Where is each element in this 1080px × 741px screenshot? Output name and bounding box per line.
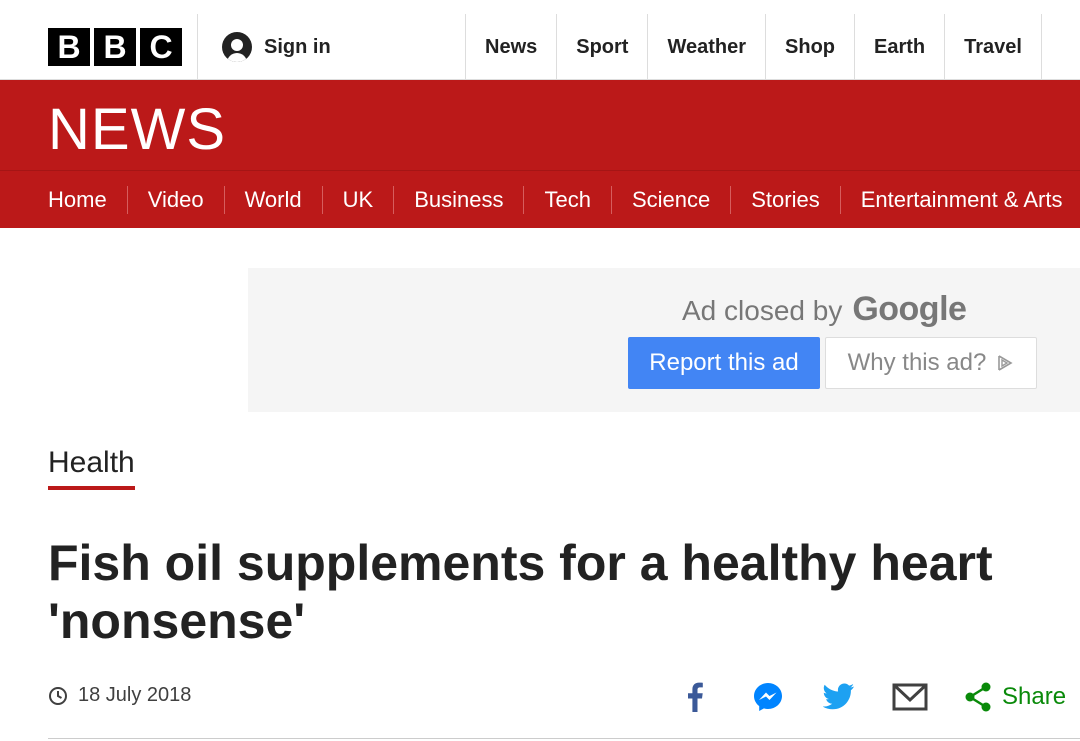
- share-icon: [965, 682, 991, 712]
- section-nav-business[interactable]: Business: [414, 187, 503, 213]
- share-button[interactable]: Share: [964, 682, 1066, 712]
- top-nav-travel[interactable]: Travel: [944, 14, 1042, 80]
- google-logo: Google: [852, 290, 967, 328]
- ad-closed-panel: Ad closed by Google Report this ad Why t…: [248, 268, 1080, 412]
- email-icon[interactable]: [892, 676, 928, 718]
- section-nav-world[interactable]: World: [245, 187, 302, 213]
- top-nav-sport[interactable]: Sport: [556, 14, 647, 80]
- bbc-logo-letter: C: [140, 28, 182, 66]
- article-headline: Fish oil supplements for a healthy heart…: [48, 535, 993, 649]
- facebook-icon[interactable]: [680, 676, 710, 718]
- nav-separator: [730, 185, 732, 214]
- share-tools: Share: [680, 676, 1066, 718]
- top-bar: B B C Sign in News Sport Weather Shop Ea…: [0, 0, 1080, 80]
- nav-separator: [126, 185, 128, 214]
- adchoices-play-icon: [998, 355, 1013, 371]
- section-nav: Home Video World UK Business Tech Scienc…: [0, 170, 1080, 228]
- section-nav-video[interactable]: Video: [148, 187, 204, 213]
- sign-in-link[interactable]: Sign in: [222, 32, 331, 62]
- ad-closed-message: Ad closed by Google: [682, 290, 967, 329]
- section-nav-tech[interactable]: Tech: [544, 187, 590, 213]
- why-this-ad-button[interactable]: Why this ad?: [825, 337, 1037, 389]
- top-nav: News Sport Weather Shop Earth Travel: [465, 14, 1042, 80]
- ad-closed-text: Ad closed by: [682, 295, 843, 326]
- why-this-ad-label: Why this ad?: [847, 349, 987, 376]
- report-ad-button[interactable]: Report this ad: [628, 337, 820, 389]
- divider: [197, 14, 198, 80]
- twitter-icon[interactable]: [823, 676, 855, 718]
- news-title[interactable]: NEWS: [48, 96, 226, 163]
- nav-separator: [393, 185, 395, 214]
- top-nav-shop[interactable]: Shop: [765, 14, 854, 80]
- article-date: 18 July 2018: [48, 684, 191, 707]
- date-text: 18 July 2018: [78, 684, 192, 706]
- category-link-health[interactable]: Health: [48, 446, 135, 490]
- section-nav-entertainment-arts[interactable]: Entertainment & Arts: [861, 187, 1063, 213]
- section-nav-home[interactable]: Home: [48, 187, 107, 213]
- section-nav-stories[interactable]: Stories: [751, 187, 819, 213]
- bbc-logo-letter: B: [48, 28, 90, 66]
- nav-separator: [223, 185, 225, 214]
- user-icon: [222, 32, 252, 62]
- divider: [48, 738, 1080, 739]
- top-nav-news[interactable]: News: [465, 14, 556, 80]
- nav-separator: [610, 185, 612, 214]
- sign-in-label: Sign in: [264, 35, 331, 58]
- nav-separator: [321, 185, 323, 214]
- top-nav-weather[interactable]: Weather: [647, 14, 765, 80]
- nav-separator: [839, 185, 841, 214]
- clock-icon: [49, 686, 67, 705]
- bbc-logo[interactable]: B B C: [48, 28, 182, 66]
- section-nav-science[interactable]: Science: [632, 187, 710, 213]
- nav-separator: [523, 185, 525, 214]
- top-nav-earth[interactable]: Earth: [854, 14, 944, 80]
- section-nav-uk[interactable]: UK: [343, 187, 374, 213]
- bbc-logo-letter: B: [94, 28, 136, 66]
- news-banner: NEWS: [0, 80, 1080, 170]
- messenger-icon[interactable]: [752, 676, 784, 718]
- share-label: Share: [1002, 683, 1067, 710]
